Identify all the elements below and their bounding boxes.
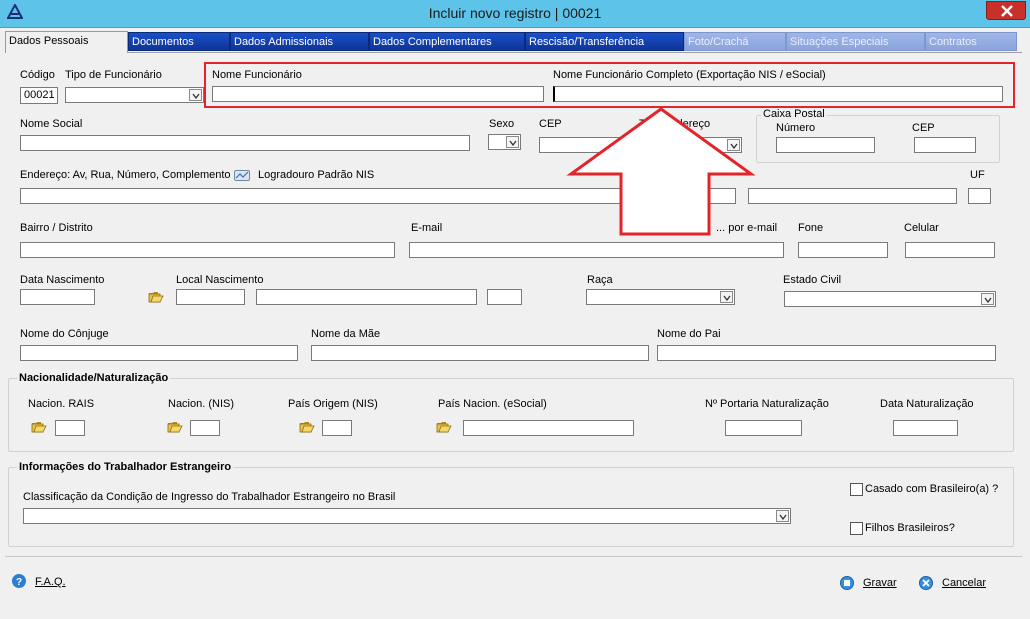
data-nascimento-label: Data Nascimento (20, 274, 105, 286)
logradouro-label: Logradouro Padrão NIS (258, 169, 375, 181)
tab-panel-border (5, 52, 1022, 53)
pais-origem-label: País Origem (NIS) (288, 398, 378, 410)
annotation-arrow (566, 107, 755, 236)
nacion-rais-label: Nacion. RAIS (28, 398, 95, 410)
search-address-icon[interactable] (234, 169, 250, 182)
gravar-button[interactable]: Gravar (863, 577, 897, 589)
folder-icon[interactable] (299, 420, 315, 434)
uf-field[interactable] (968, 188, 991, 204)
close-button[interactable] (986, 1, 1026, 20)
tab-dados-pessoais[interactable]: Dados Pessoais (5, 31, 128, 53)
bairro-field[interactable] (20, 242, 395, 258)
tipo-funcionario-label: Tipo de Funcionário (65, 69, 162, 81)
chevron-down-icon (506, 136, 519, 148)
nacionalidade-group (8, 378, 1014, 452)
local-nascimento-label: Local Nascimento (176, 274, 264, 286)
cancel-icon (919, 576, 933, 590)
estado-civil-label: Estado Civil (783, 274, 842, 286)
folder-icon[interactable] (167, 420, 183, 434)
footer-divider (5, 556, 1022, 557)
portaria-field[interactable] (725, 420, 802, 436)
tab-dados-admissionais[interactable]: Dados Admissionais (230, 32, 369, 51)
tab-dados-complementares[interactable]: Dados Complementares (369, 32, 525, 51)
codigo-label: Código (20, 69, 55, 81)
filhos-checkbox[interactable] (850, 522, 863, 535)
celular-field[interactable] (905, 242, 995, 258)
sexo-select[interactable] (488, 134, 521, 150)
nome-social-field[interactable] (20, 135, 470, 151)
tab-documentos[interactable]: Documentos (128, 32, 230, 51)
estrangeiro-group (8, 467, 1014, 547)
caixa-postal-numero-label: Número (776, 122, 816, 134)
local-nascimento-field[interactable] (256, 289, 477, 305)
bairro-label: Bairro / Distrito (20, 222, 93, 234)
data-naturalizacao-field[interactable] (893, 420, 958, 436)
codigo-field[interactable]: 00021 (20, 87, 58, 104)
casado-label: Casado com Brasileiro(a) ? (865, 483, 999, 495)
highlight-box (204, 62, 1015, 108)
chevron-down-icon (981, 293, 994, 305)
fone-field[interactable] (798, 242, 888, 258)
fone-label: Fone (798, 222, 824, 234)
caixa-postal-title: Caixa Postal (761, 108, 827, 120)
data-naturalizacao-label: Data Naturalização (880, 398, 974, 410)
cep-label: CEP (539, 118, 562, 130)
caixa-postal-numero-field[interactable] (776, 137, 875, 153)
faq-link[interactable]: F.A.Q. (35, 576, 66, 588)
classificacao-label: Classificação da Condição de Ingresso do… (23, 491, 396, 503)
classificacao-select[interactable] (23, 508, 791, 524)
help-icon[interactable]: ? (12, 574, 26, 588)
casado-checkbox[interactable] (850, 483, 863, 496)
pais-esocial-field[interactable] (463, 420, 634, 436)
cancelar-button[interactable]: Cancelar (942, 577, 986, 589)
tab-situacoes-especiais[interactable]: Situações Especiais (786, 32, 925, 51)
mae-field[interactable] (311, 345, 649, 361)
nacion-nis-label: Nacion. (NIS) (168, 398, 235, 410)
pai-label: Nome do Pai (657, 328, 721, 340)
tab-rescisao-transferencia[interactable]: Rescisão/Transferência (525, 32, 684, 51)
endereco-label: Endereço: Av, Rua, Número, Complemento (20, 169, 231, 181)
email-field[interactable] (409, 242, 784, 258)
complemento-field[interactable] (748, 188, 957, 204)
nacion-nis-field[interactable] (190, 420, 220, 436)
close-icon (1001, 5, 1013, 17)
conjuge-field[interactable] (20, 345, 298, 361)
pai-field[interactable] (657, 345, 996, 361)
local-nascimento-uf-field[interactable] (487, 289, 522, 305)
folder-icon[interactable] (148, 290, 164, 304)
tab-foto-cracha[interactable]: Foto/Crachá (684, 32, 786, 51)
email-label: E-mail (411, 222, 443, 234)
uf-label: UF (970, 169, 985, 181)
tipo-funcionario-select[interactable] (65, 87, 204, 103)
chevron-down-icon (720, 291, 733, 303)
local-nascimento-code-field[interactable] (176, 289, 245, 305)
conjuge-label: Nome do Cônjuge (20, 328, 109, 340)
window-title: Incluir novo registro | 00021 (428, 5, 602, 21)
chevron-down-icon (776, 510, 789, 522)
celular-label: Celular (904, 222, 939, 234)
caixa-postal-cep-field[interactable] (914, 137, 976, 153)
svg-text:?: ? (16, 577, 22, 588)
sexo-label: Sexo (489, 118, 515, 130)
caixa-postal-cep-label: CEP (912, 122, 935, 134)
pais-esocial-label: País Nacion. (eSocial) (438, 398, 547, 410)
folder-icon[interactable] (436, 420, 452, 434)
chevron-down-icon (189, 89, 202, 101)
nacion-rais-field[interactable] (55, 420, 85, 436)
raca-select[interactable] (586, 289, 735, 305)
nacionalidade-title: Nacionalidade/Naturalização (17, 372, 171, 384)
data-nascimento-field[interactable] (20, 289, 95, 305)
mae-label: Nome da Mãe (311, 328, 381, 340)
tab-contratos[interactable]: Contratos (925, 32, 1017, 51)
filhos-label: Filhos Brasileiros? (865, 522, 955, 534)
estrangeiro-title: Informações do Trabalhador Estrangeiro (17, 461, 234, 473)
estado-civil-select[interactable] (784, 291, 996, 307)
portaria-label: Nº Portaria Naturalização (705, 398, 829, 410)
save-icon (840, 576, 854, 590)
folder-icon[interactable] (31, 420, 47, 434)
nome-social-label: Nome Social (20, 118, 83, 130)
pais-origem-field[interactable] (322, 420, 352, 436)
raca-label: Raça (587, 274, 613, 286)
